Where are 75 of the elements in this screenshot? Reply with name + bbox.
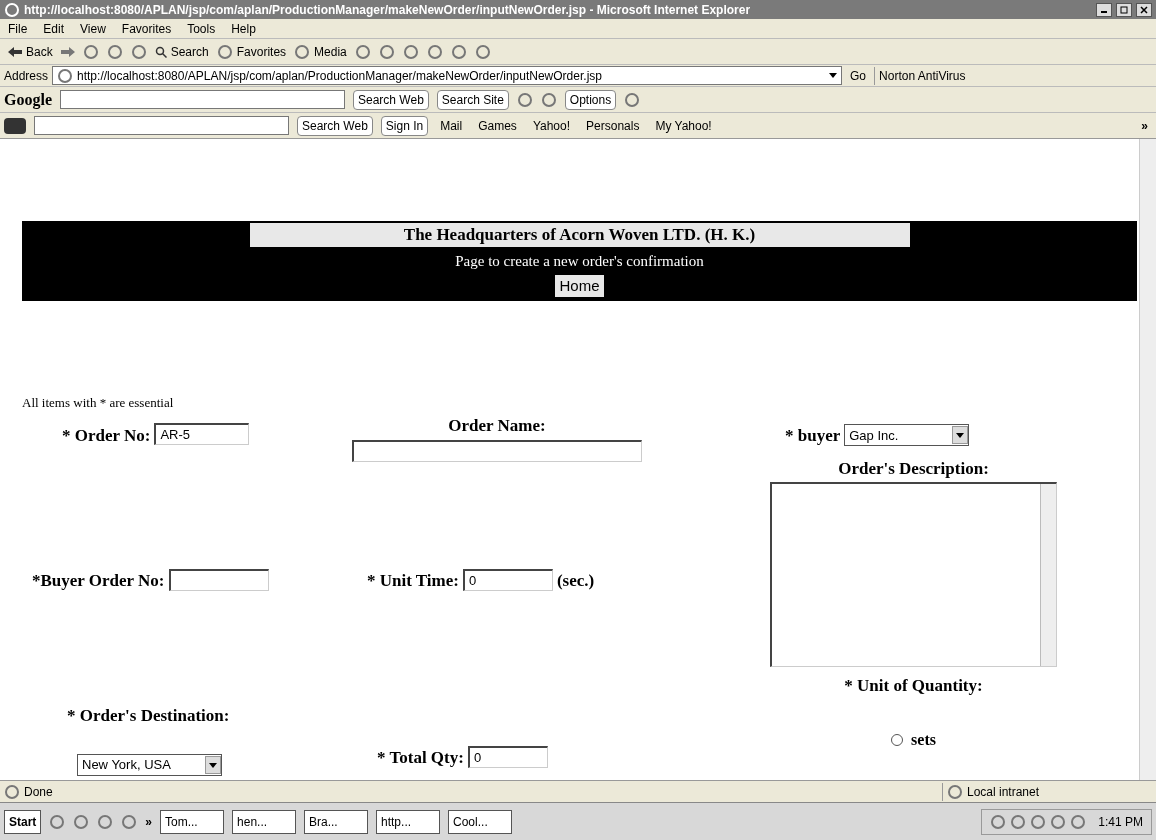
taskbar-button[interactable]: Bra... <box>304 809 369 834</box>
total-qty-field[interactable]: 0 <box>467 746 548 769</box>
search-web-button[interactable]: Search Web <box>297 115 373 136</box>
window-title: http://localhost:8080/APLAN/jsp/com/aplan/ProductionManager/makeNewOrder/inputNewOrder.jsp - Microsoft Internet Explorer <box>24 1 752 19</box>
taskbar-button[interactable]: Cool... <box>448 809 513 834</box>
field-label: Order Name: <box>448 414 546 437</box>
buyer-order-no-field[interactable] <box>168 569 269 592</box>
google-search-field[interactable] <box>60 90 345 109</box>
security-zone: Local intranet <box>967 783 1040 801</box>
address-field[interactable]: http://localhost:8080/APLAN/jsp/com/aplan/ProductionManager/makeNewOrder/inputNewOrder.jsp <box>52 66 843 85</box>
toolbar-link[interactable]: Mail <box>436 116 467 135</box>
scrollbar[interactable] <box>1139 139 1156 780</box>
menu-item[interactable]: Help <box>231 19 256 38</box>
banner-subtitle: Page to create a new order's confirmation <box>455 252 704 271</box>
address-label: Address <box>4 67 49 85</box>
taskbar-button[interactable]: hen... <box>232 809 297 834</box>
menu-item[interactable]: Favorites <box>121 19 172 38</box>
field-label: * buyer <box>785 424 841 447</box>
search-icon <box>154 45 167 58</box>
yahoo-logo-icon[interactable] <box>4 117 26 134</box>
menu-item[interactable]: View <box>80 19 106 38</box>
more-chevron[interactable]: » <box>145 812 153 831</box>
taskbar-button[interactable]: http... <box>376 809 441 834</box>
toolbar-link[interactable]: Personals <box>582 116 644 135</box>
more-chevron[interactable]: » <box>1137 116 1152 135</box>
field-label: * Unit of Quantity: <box>844 674 983 697</box>
field-label: * Order's Destination: <box>67 704 231 727</box>
clock: 1:41 PM <box>1098 813 1143 831</box>
media-button[interactable]: Media <box>294 42 347 61</box>
back-button[interactable]: Back <box>8 42 53 61</box>
unit-label: (sec.) <box>556 569 595 592</box>
order-name-field[interactable] <box>352 440 642 462</box>
back-arrow-icon <box>8 46 22 57</box>
minimize-button[interactable] <box>1096 2 1112 17</box>
google-logo[interactable]: Google <box>4 87 52 112</box>
yahoo-search-field[interactable] <box>34 116 289 135</box>
destination-select[interactable]: New York, USA <box>77 754 222 776</box>
antivirus-button[interactable]: Norton AntiVirus <box>874 66 970 85</box>
favorites-button[interactable]: Favorites <box>216 42 287 61</box>
menu-item[interactable]: File <box>8 19 28 38</box>
menu-item[interactable]: Tools <box>187 19 216 38</box>
description-textarea[interactable] <box>770 481 1057 667</box>
dropdown-arrow-icon[interactable] <box>829 73 838 78</box>
close-icon <box>1140 5 1148 14</box>
search-site-button[interactable]: Search Site <box>436 89 509 110</box>
sign-in-button[interactable]: Sign In <box>380 115 429 136</box>
field-label: *Buyer Order No: <box>32 569 165 592</box>
field-label: * Total Qty: <box>377 746 464 769</box>
toolbar-link[interactable]: Games <box>474 116 521 135</box>
required-note: All items with * are essential <box>22 394 175 412</box>
toolbar-link[interactable]: My Yahoo! <box>651 116 716 135</box>
order-no-field[interactable]: AR-5 <box>154 422 250 445</box>
field-label: * Unit Time: <box>367 569 459 592</box>
banner-title: The Headquarters of Acorn Woven LTD. (H. K.) <box>249 223 910 247</box>
forward-arrow-icon[interactable] <box>60 46 75 57</box>
search-web-button[interactable]: Search Web <box>353 89 429 110</box>
taskbar-button[interactable]: Tom... <box>160 809 225 834</box>
menu-item[interactable]: Edit <box>43 19 65 38</box>
search-button[interactable]: Search <box>154 42 209 61</box>
field-label: * Order No: <box>62 424 151 447</box>
maximize-button[interactable] <box>1116 2 1132 17</box>
radio-button[interactable] <box>891 734 904 746</box>
field-label: Order's Description: <box>838 458 989 480</box>
scrollbar[interactable] <box>1040 483 1056 666</box>
unit-time-field[interactable]: 0 <box>462 569 553 592</box>
options-button[interactable]: Options <box>564 89 617 110</box>
radio-label: sets <box>911 730 936 750</box>
go-button[interactable]: Go <box>846 66 871 85</box>
home-button[interactable]: Home <box>555 274 604 297</box>
close-button[interactable] <box>1136 2 1152 17</box>
buyer-select[interactable]: Gap Inc. <box>844 424 970 447</box>
status-text: Done <box>24 783 54 801</box>
start-button[interactable]: Start <box>4 809 42 834</box>
toolbar-link[interactable]: Yahoo! <box>528 116 575 135</box>
maximize-icon <box>1120 5 1128 14</box>
